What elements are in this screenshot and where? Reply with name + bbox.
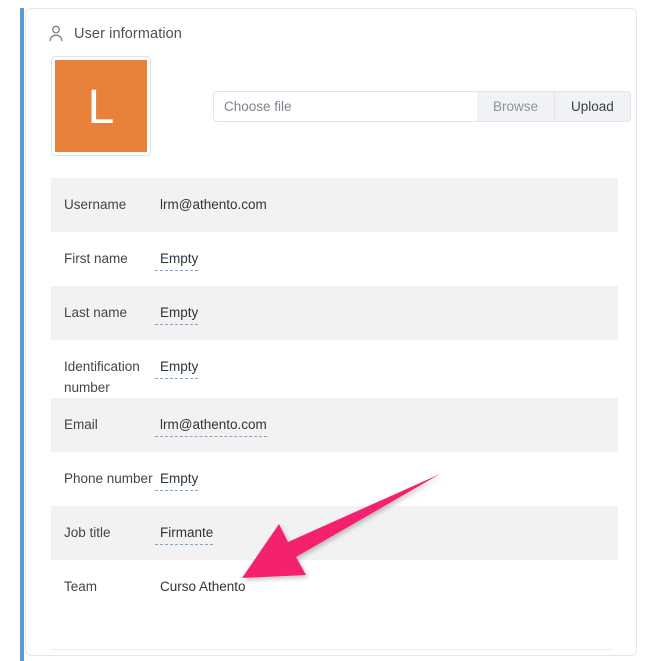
- table-row: Identification number Empty: [51, 340, 618, 398]
- user-information-card: User information L Browse Upload Usernam…: [25, 8, 637, 656]
- card-header: User information: [26, 9, 636, 42]
- person-icon: [48, 25, 64, 42]
- row-value-editable[interactable]: Empty: [155, 356, 198, 379]
- avatar-frame[interactable]: L: [51, 56, 151, 156]
- table-row: First name Empty: [51, 232, 618, 286]
- browse-button[interactable]: Browse: [477, 91, 555, 122]
- avatar-upload-row: L Browse Upload: [26, 42, 636, 156]
- row-label: Username: [51, 194, 155, 215]
- row-value: lrm@athento.com: [155, 194, 267, 215]
- page-title: User information: [74, 26, 182, 42]
- accent-stripe: [20, 8, 24, 661]
- row-label: Identification number: [51, 356, 155, 398]
- row-value-editable[interactable]: Empty: [155, 248, 198, 271]
- table-row: Username lrm@athento.com: [51, 178, 618, 232]
- row-label: Last name: [51, 302, 155, 323]
- row-value-editable[interactable]: Empty: [155, 302, 198, 325]
- bottom-divider: [51, 649, 611, 650]
- screen-root: User information L Browse Upload Usernam…: [0, 0, 664, 661]
- table-row: Team Curso Athento: [51, 560, 618, 614]
- row-label: First name: [51, 248, 155, 269]
- file-upload-group: Browse Upload: [213, 91, 631, 122]
- row-value-editable[interactable]: lrm@athento.com: [155, 414, 267, 437]
- row-label: Team: [51, 576, 155, 597]
- table-row: Email lrm@athento.com: [51, 398, 618, 452]
- choose-file-input[interactable]: [213, 91, 477, 122]
- avatar-initial: L: [88, 84, 115, 132]
- row-value: Curso Athento: [155, 576, 246, 597]
- table-row: Job title Firmante: [51, 506, 618, 560]
- row-label: Email: [51, 414, 155, 435]
- upload-button[interactable]: Upload: [555, 91, 631, 122]
- row-label: Phone number: [51, 468, 155, 489]
- row-value-editable[interactable]: Firmante: [155, 522, 213, 545]
- table-row: Phone number Empty: [51, 452, 618, 506]
- table-row: Last name Empty: [51, 286, 618, 340]
- row-label: Job title: [51, 522, 155, 543]
- avatar: L: [55, 60, 147, 152]
- user-information-table: Username lrm@athento.com First name Empt…: [51, 178, 618, 614]
- row-value-editable[interactable]: Empty: [155, 468, 198, 491]
